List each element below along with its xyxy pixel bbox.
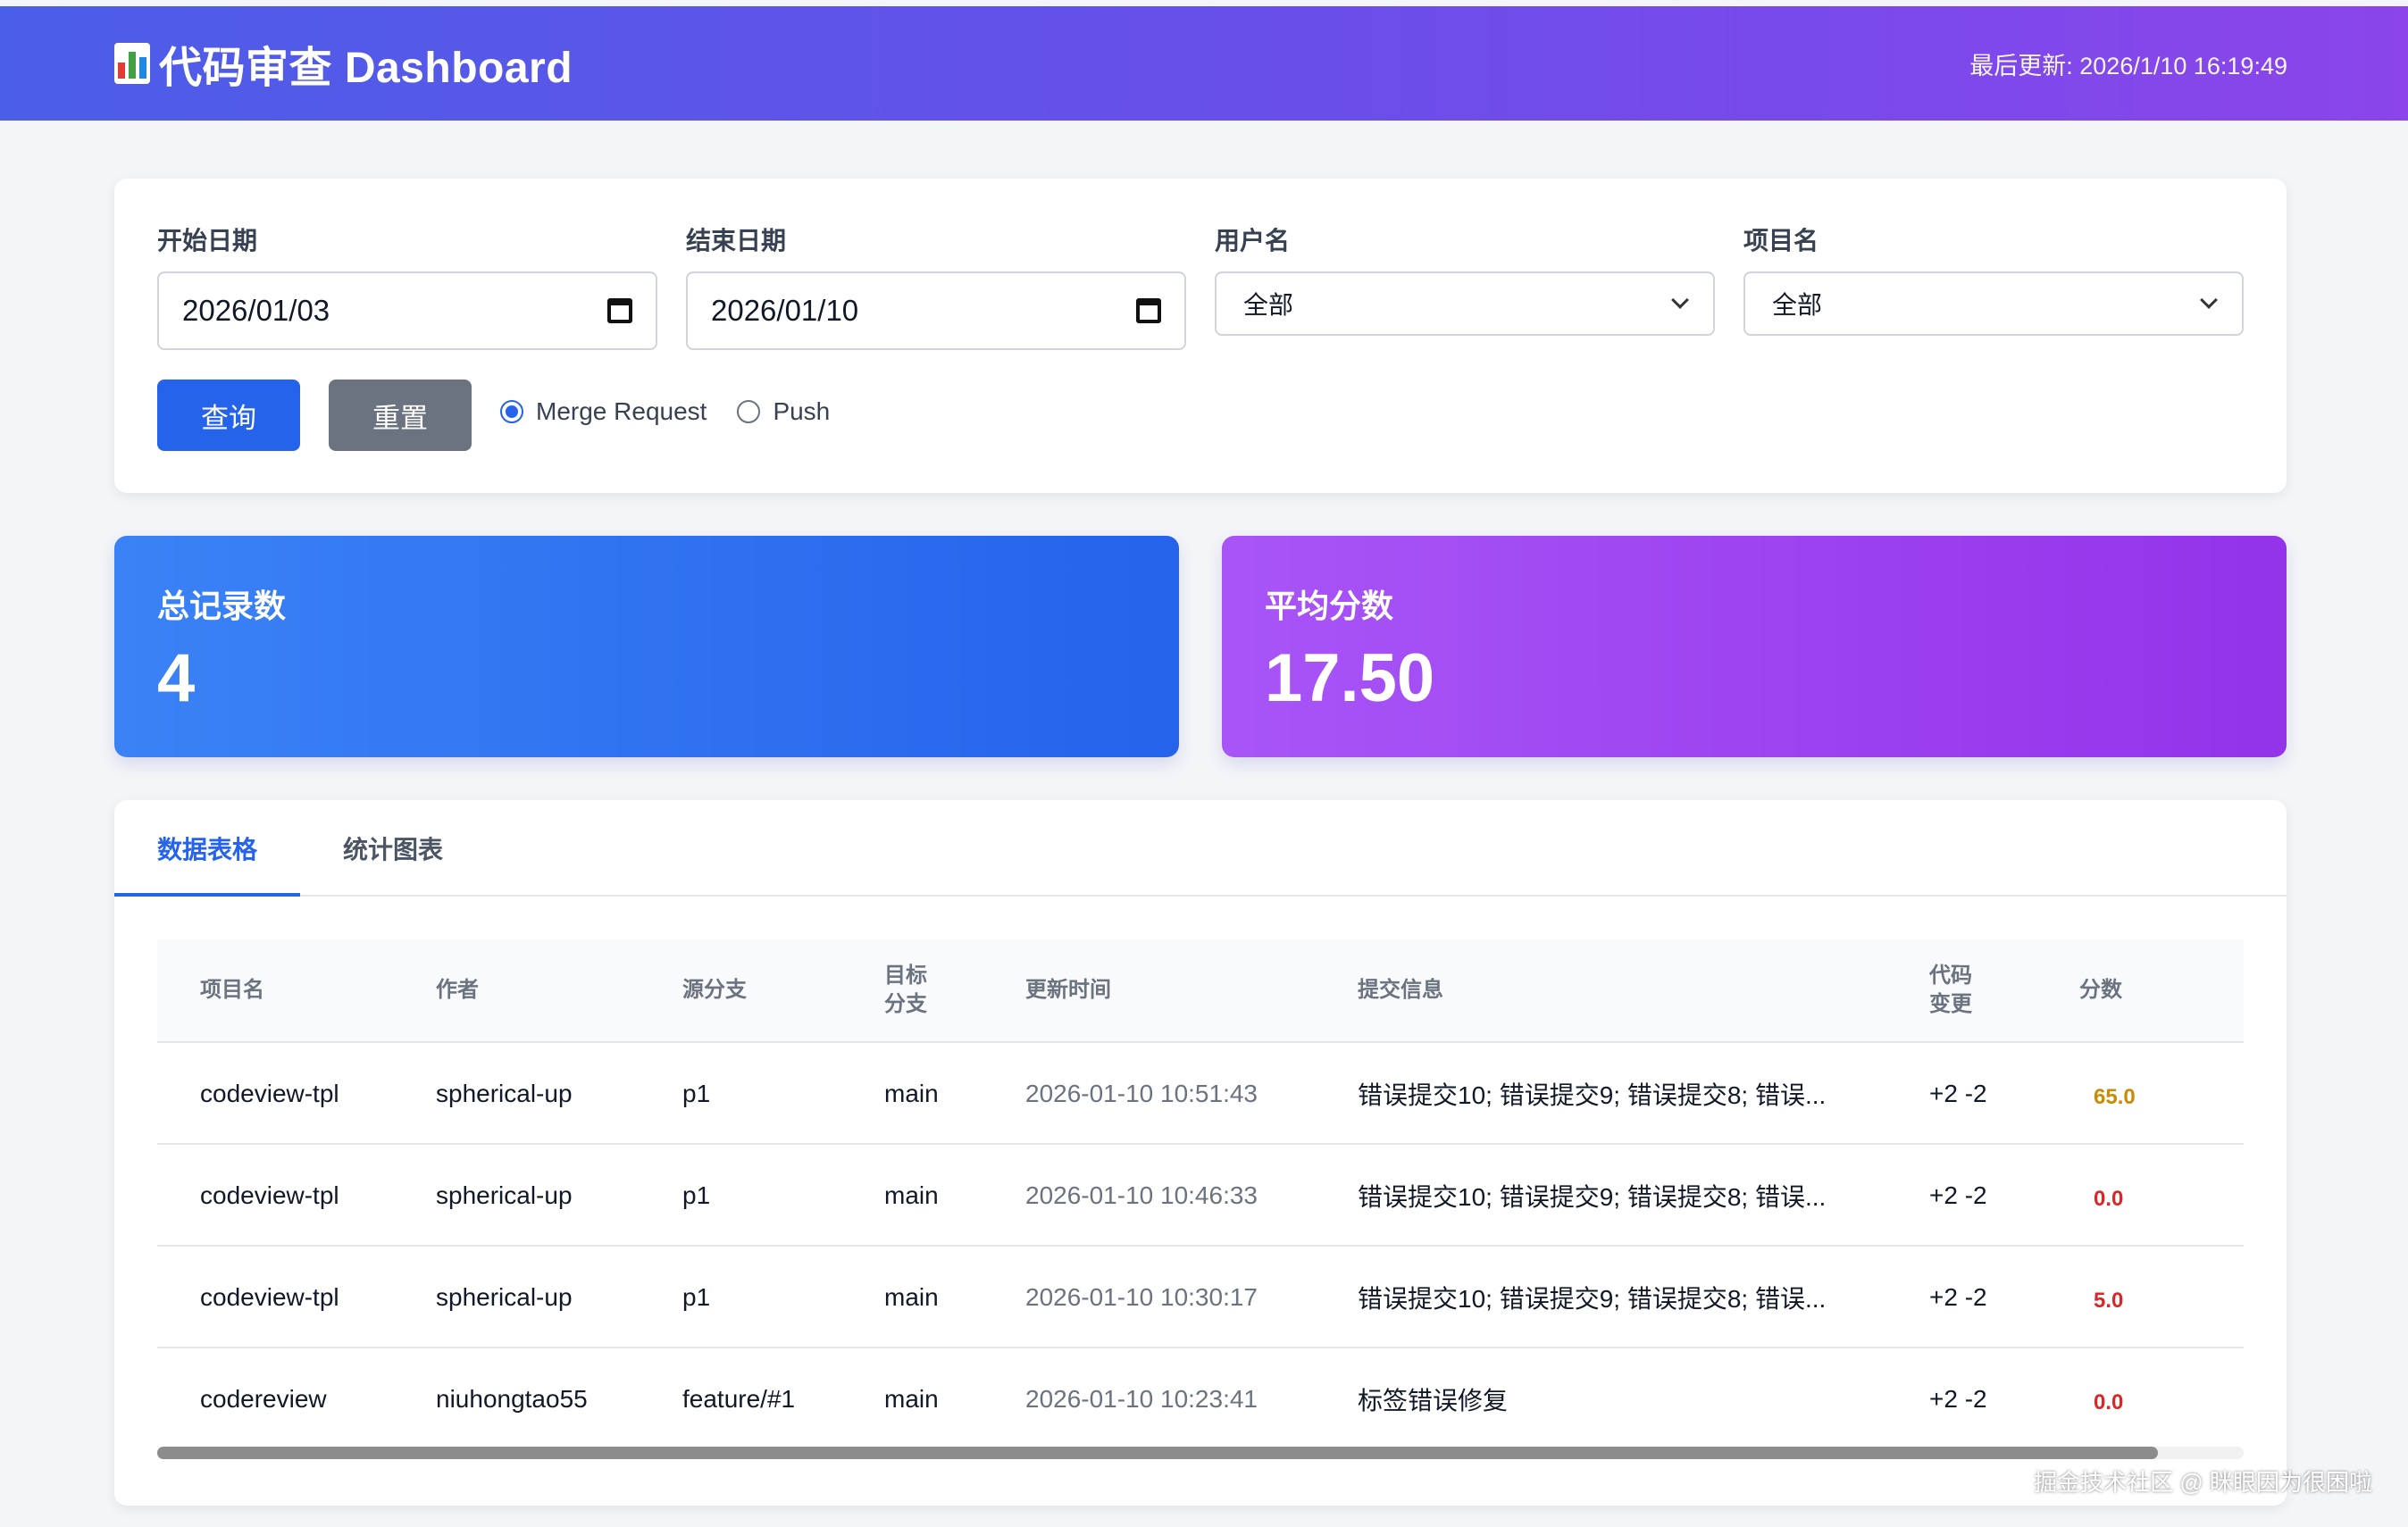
end-date-field: 结束日期 2026/01/10 xyxy=(686,221,1186,350)
column-header-code-change[interactable]: 代码 变更 xyxy=(1929,939,1972,1041)
project-field: 项目名 全部 xyxy=(1743,221,2244,336)
table-row[interactable]: codeview-tpl spherical-up p1 main 2026-0… xyxy=(157,1245,2244,1347)
tab-bar: 数据表格 统计图表 xyxy=(114,800,2287,897)
user-field: 用户名 全部 xyxy=(1215,221,1715,336)
records-table: 项目名 作者 源分支 目标 分支 更新时间 提交信息 代码 变更 分数 code… xyxy=(157,939,2244,1448)
radio-push-label: Push xyxy=(773,397,831,425)
cell-project: codeview-tpl xyxy=(200,1283,339,1311)
cell-update-time: 2026-01-10 10:30:17 xyxy=(1025,1283,1258,1311)
column-header-update-time[interactable]: 更新时间 xyxy=(1025,939,1111,1041)
end-date-label: 结束日期 xyxy=(686,227,787,254)
table-row[interactable]: codeview-tpl spherical-up p1 main 2026-0… xyxy=(157,1041,2244,1143)
cell-source-branch: p1 xyxy=(682,1283,711,1311)
brand: 代码审查 Dashboard xyxy=(114,32,573,95)
column-header-score[interactable]: 分数 xyxy=(2079,939,2122,1041)
table-row[interactable]: codereview niuhongtao55 feature/#1 main … xyxy=(157,1347,2244,1448)
column-header-target-branch[interactable]: 目标 分支 xyxy=(884,939,927,1041)
cell-author: spherical-up xyxy=(436,1080,573,1107)
radio-push[interactable]: Push xyxy=(737,397,830,426)
cell-commit-message: 错误提交10; 错误提交9; 错误提交8; 错误... xyxy=(1358,1183,1827,1211)
cell-update-time: 2026-01-10 10:23:41 xyxy=(1025,1385,1258,1413)
project-select-value: 全部 xyxy=(1772,291,1823,319)
cell-author: spherical-up xyxy=(436,1283,573,1311)
reset-button[interactable]: 重置 xyxy=(329,380,472,451)
start-date-input[interactable]: 2026/01/03 xyxy=(157,271,657,350)
user-select-value: 全部 xyxy=(1243,291,1294,319)
cell-author: spherical-up xyxy=(436,1181,573,1209)
cell-score: 0.0 xyxy=(2094,1187,2124,1211)
cell-project: codeview-tpl xyxy=(200,1080,339,1107)
cell-source-branch: p1 xyxy=(682,1080,711,1107)
table-header: 项目名 作者 源分支 目标 分支 更新时间 提交信息 代码 变更 分数 xyxy=(157,939,2244,1041)
tab-data-table[interactable]: 数据表格 xyxy=(157,830,257,866)
cell-commit-message: 标签错误修复 xyxy=(1358,1387,1509,1414)
cell-target-branch: main xyxy=(884,1385,939,1413)
filter-panel: 开始日期 2026/01/03 结束日期 2026/01/10 用户名 全部 项… xyxy=(114,179,2287,493)
radio-merge-request-label: Merge Request xyxy=(536,397,707,425)
cell-project: codereview xyxy=(200,1385,327,1413)
query-button[interactable]: 查询 xyxy=(157,380,300,451)
last-updated-text: 最后更新: 2026/1/10 16:19:49 xyxy=(1969,52,2287,79)
watermark-text: 掘金技术社区 @ 眯眼因为很困啦 xyxy=(2034,1469,2372,1496)
table-row[interactable]: codeview-tpl spherical-up p1 main 2026-0… xyxy=(157,1143,2244,1245)
column-header-commit-message[interactable]: 提交信息 xyxy=(1358,939,1443,1041)
calendar-icon[interactable] xyxy=(1136,298,1161,323)
project-select[interactable]: 全部 xyxy=(1743,271,2244,336)
start-date-field: 开始日期 2026/01/03 xyxy=(157,221,657,350)
results-panel: 数据表格 统计图表 项目名 作者 源分支 目标 分支 更新时间 提交信息 代码 … xyxy=(114,800,2287,1506)
cell-score: 65.0 xyxy=(2094,1085,2136,1109)
column-header-project[interactable]: 项目名 xyxy=(200,939,264,1041)
cell-code-change: +2 -2 xyxy=(1929,1181,1987,1209)
total-records-value: 4 xyxy=(157,640,196,716)
start-date-value: 2026/01/03 xyxy=(182,294,330,327)
cell-code-change: +2 -2 xyxy=(1929,1283,1987,1311)
cell-code-change: +2 -2 xyxy=(1929,1385,1987,1413)
chevron-down-icon xyxy=(2200,291,2218,309)
end-date-input[interactable]: 2026/01/10 xyxy=(686,271,1186,350)
cell-target-branch: main xyxy=(884,1283,939,1311)
radio-unchecked-icon[interactable] xyxy=(737,400,761,423)
cell-source-branch: p1 xyxy=(682,1181,711,1209)
column-header-change-line2: 变更 xyxy=(1929,992,1972,1016)
header-bar: 代码审查 Dashboard 最后更新: 2026/1/10 16:19:49 xyxy=(0,6,2408,121)
average-score-value: 17.50 xyxy=(1265,640,1435,716)
column-header-change-line1: 代码 xyxy=(1929,963,1972,988)
cell-author: niuhongtao55 xyxy=(436,1385,588,1413)
total-records-label: 总记录数 xyxy=(157,588,287,624)
scrollbar-thumb[interactable] xyxy=(157,1447,2158,1459)
page-title: 代码审查 Dashboard xyxy=(159,45,573,92)
bar-chart-icon xyxy=(114,43,150,84)
radio-checked-icon[interactable] xyxy=(500,400,523,423)
tab-statistics-chart[interactable]: 统计图表 xyxy=(343,830,443,866)
horizontal-scrollbar[interactable] xyxy=(157,1447,2244,1459)
end-date-value: 2026/01/10 xyxy=(711,294,859,327)
column-header-source-branch[interactable]: 源分支 xyxy=(682,939,747,1041)
cell-code-change: +2 -2 xyxy=(1929,1080,1987,1107)
cell-update-time: 2026-01-10 10:46:33 xyxy=(1025,1181,1258,1209)
user-select[interactable]: 全部 xyxy=(1215,271,1715,336)
cell-update-time: 2026-01-10 10:51:43 xyxy=(1025,1080,1258,1107)
type-radio-group: Merge Request Push xyxy=(500,397,846,426)
cell-score: 5.0 xyxy=(2094,1289,2124,1313)
cell-target-branch: main xyxy=(884,1181,939,1209)
cell-score: 0.0 xyxy=(2094,1390,2124,1414)
radio-merge-request[interactable]: Merge Request xyxy=(500,397,707,426)
cell-target-branch: main xyxy=(884,1080,939,1107)
cell-project: codeview-tpl xyxy=(200,1181,339,1209)
column-header-author[interactable]: 作者 xyxy=(436,939,479,1041)
total-records-card: 总记录数 4 xyxy=(114,536,1179,757)
project-label: 项目名 xyxy=(1743,227,1819,254)
average-score-card: 平均分数 17.50 xyxy=(1222,536,2287,757)
column-header-target-line2: 分支 xyxy=(884,992,927,1016)
chevron-down-icon xyxy=(1671,291,1689,309)
user-label: 用户名 xyxy=(1215,227,1291,254)
column-header-target-line1: 目标 xyxy=(884,963,927,988)
cell-commit-message: 错误提交10; 错误提交9; 错误提交8; 错误... xyxy=(1358,1081,1827,1109)
average-score-label: 平均分数 xyxy=(1265,588,1394,624)
cell-source-branch: feature/#1 xyxy=(682,1385,796,1413)
cell-commit-message: 错误提交10; 错误提交9; 错误提交8; 错误... xyxy=(1358,1285,1827,1313)
start-date-label: 开始日期 xyxy=(157,227,258,254)
calendar-icon[interactable] xyxy=(607,298,632,323)
active-tab-indicator xyxy=(114,893,300,897)
